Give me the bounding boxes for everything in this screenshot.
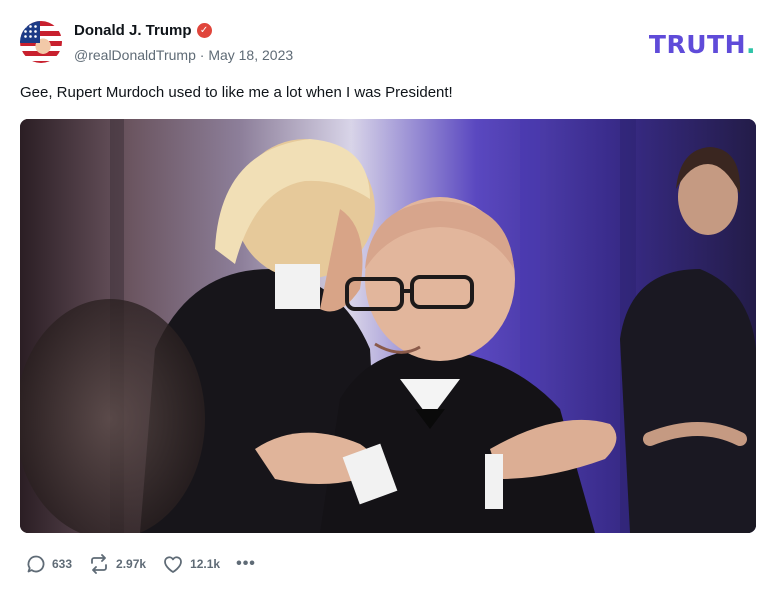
avatar-flag-canton [20, 21, 40, 43]
avatar[interactable] [20, 21, 62, 63]
post-text: Gee, Rupert Murdoch used to like me a lo… [20, 84, 453, 101]
repost-icon [91, 554, 107, 574]
post-image[interactable] [20, 119, 756, 533]
logo-text: TRUTH [648, 30, 746, 59]
author-name-row: Donald J. Trump ✓ [74, 22, 212, 39]
verified-badge-icon: ✓ [196, 23, 212, 38]
post-date[interactable]: May 18, 2023 [208, 47, 293, 63]
meta-separator: · [195, 47, 209, 63]
logo-dot: . [746, 30, 756, 59]
truth-post: Donald J. Trump ✓ @realDonaldTrump · May… [0, 0, 777, 595]
truth-logo: TRUTH. [649, 30, 756, 59]
author-meta: @realDonaldTrump · May 18, 2023 [74, 47, 293, 63]
author-display-name[interactable]: Donald J. Trump [74, 22, 192, 39]
like-button[interactable]: 12.1k [162, 554, 220, 574]
like-count: 12.1k [190, 557, 221, 571]
heart-icon [164, 556, 182, 573]
reply-icon [27, 555, 45, 573]
more-icon[interactable]: ••• [236, 555, 256, 573]
reply-button[interactable]: 633 [26, 554, 72, 574]
author-handle[interactable]: @realDonaldTrump [74, 47, 196, 63]
repost-button[interactable]: 2.97k [88, 554, 146, 574]
repost-count: 2.97k [116, 557, 147, 571]
shirt-cuff [485, 454, 503, 509]
reply-count: 633 [52, 557, 73, 571]
post-actions: 633 2.97k 12.1k ••• [26, 554, 256, 574]
post-image-illustration [20, 119, 756, 533]
